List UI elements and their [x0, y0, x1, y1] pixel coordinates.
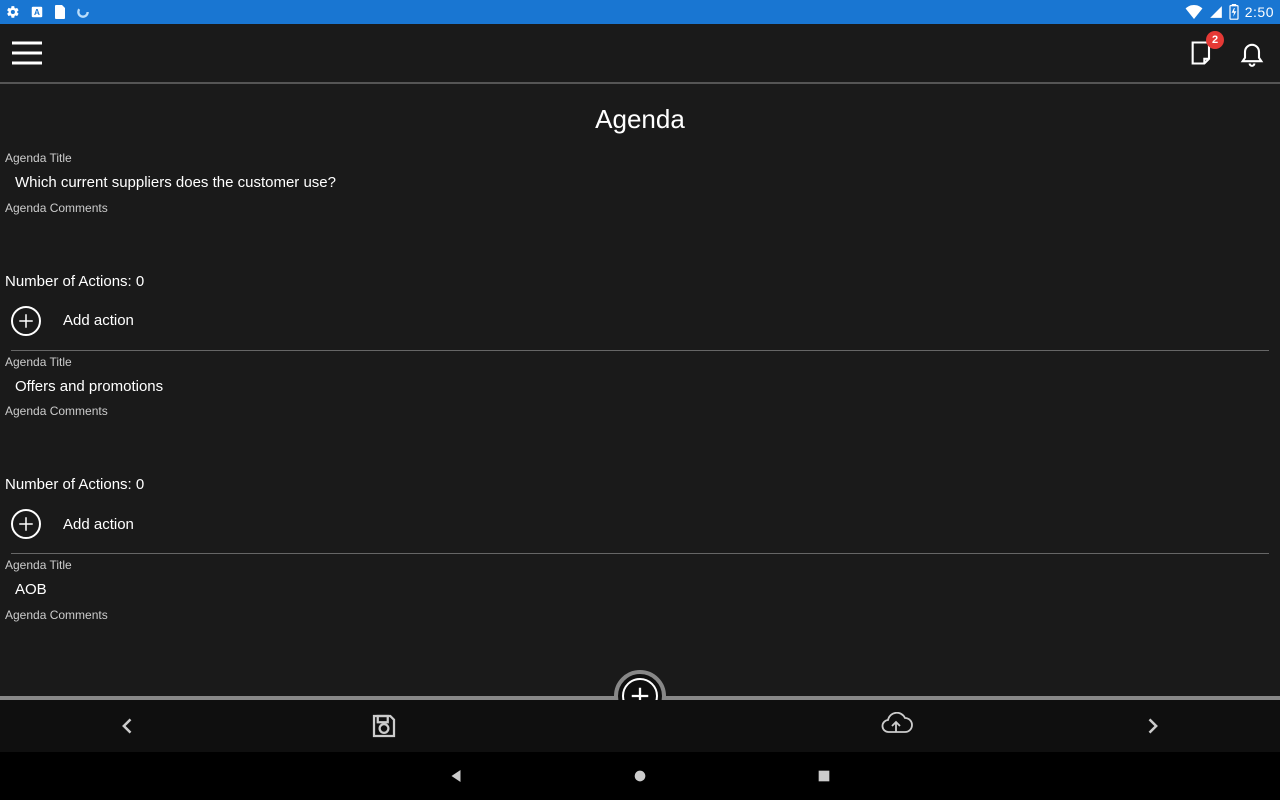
app-icon: A — [30, 5, 44, 19]
status-bar: A 2:50 — [0, 0, 1280, 24]
notifications-button[interactable] — [1234, 35, 1270, 71]
signal-icon — [1209, 5, 1223, 19]
agenda-title-label: Agenda Title — [5, 554, 1275, 576]
agenda-comments-label: Agenda Comments — [5, 197, 1275, 219]
agenda-title-label: Agenda Title — [5, 351, 1275, 373]
system-recent-button[interactable] — [812, 764, 836, 788]
agenda-title-value[interactable]: Which current suppliers does the custome… — [5, 169, 1275, 197]
wifi-icon — [1185, 5, 1203, 19]
agenda-comments-value[interactable] — [5, 422, 1275, 444]
plus-icon — [11, 509, 41, 539]
actions-count: Number of Actions: 0 — [5, 269, 1275, 294]
system-back-button[interactable] — [444, 764, 468, 788]
agenda-comments-label: Agenda Comments — [5, 604, 1275, 626]
app-header: 2 — [0, 24, 1280, 84]
agenda-comments-value[interactable] — [5, 219, 1275, 241]
add-action-label: Add action — [63, 312, 134, 329]
agenda-title-value[interactable]: Offers and promotions — [5, 373, 1275, 401]
add-action-label: Add action — [63, 516, 134, 533]
notes-badge: 2 — [1206, 31, 1224, 49]
notes-button[interactable]: 2 — [1184, 35, 1220, 71]
plus-icon — [11, 306, 41, 336]
system-home-button[interactable] — [628, 764, 652, 788]
actions-count: Number of Actions: 0 — [5, 472, 1275, 497]
agenda-item: Agenda Title Offers and promotions Agend… — [5, 351, 1275, 554]
agenda-comments-label: Agenda Comments — [5, 400, 1275, 422]
svg-text:A: A — [34, 8, 40, 17]
next-button[interactable] — [1128, 702, 1176, 750]
agenda-title-label: Agenda Title — [5, 147, 1275, 169]
page-title: Agenda — [5, 84, 1275, 147]
loading-icon — [76, 5, 90, 19]
bottom-toolbar — [0, 696, 1280, 752]
add-action-button[interactable]: Add action — [5, 497, 1275, 553]
battery-icon — [1229, 4, 1239, 20]
agenda-title-value[interactable]: AOB — [5, 576, 1275, 604]
agenda-item: Agenda Title AOB Agenda Comments — [5, 554, 1275, 648]
agenda-comments-value[interactable] — [5, 626, 1275, 648]
status-clock: 2:50 — [1245, 4, 1274, 20]
upload-button[interactable] — [872, 702, 920, 750]
settings-icon — [6, 5, 20, 19]
system-nav-bar — [0, 752, 1280, 800]
content-area: Agenda Agenda Title Which current suppli… — [0, 84, 1280, 696]
save-button[interactable] — [360, 702, 408, 750]
menu-button[interactable] — [10, 36, 44, 70]
agenda-item: Agenda Title Which current suppliers doe… — [5, 147, 1275, 350]
prev-button[interactable] — [104, 702, 152, 750]
add-action-button[interactable]: Add action — [5, 294, 1275, 350]
document-icon — [54, 5, 66, 19]
